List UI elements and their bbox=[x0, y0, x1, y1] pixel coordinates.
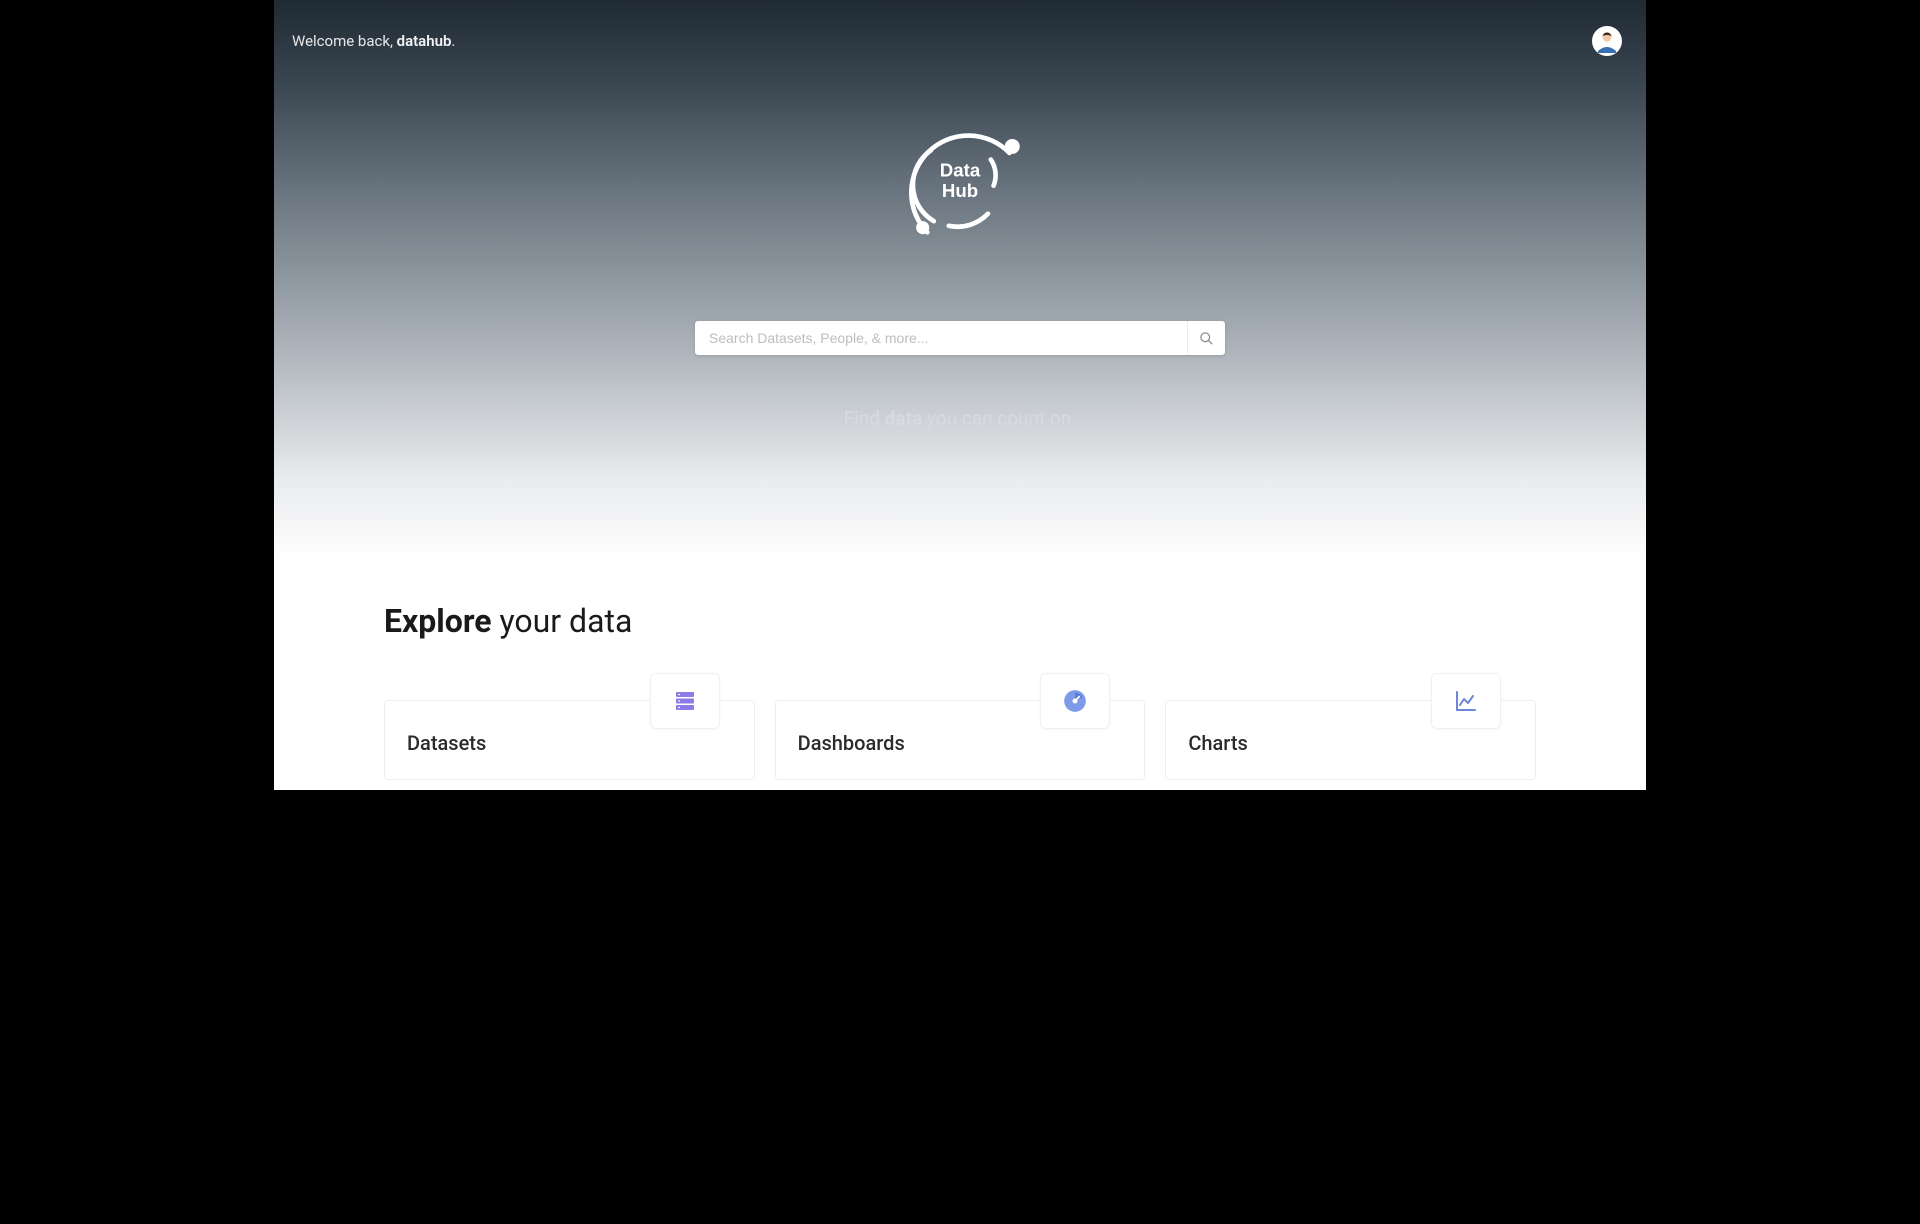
card-title: Dashboards bbox=[798, 731, 1123, 755]
datahub-logo-icon: Data Hub bbox=[885, 111, 1035, 251]
top-bar: Welcome back, datahub. bbox=[274, 0, 1646, 56]
welcome-prefix: Welcome back, bbox=[292, 32, 397, 50]
search-input[interactable] bbox=[695, 321, 1187, 355]
card-icon-badge bbox=[650, 673, 720, 729]
card-title: Charts bbox=[1188, 731, 1513, 755]
card-title: Datasets bbox=[407, 731, 732, 755]
card-datasets[interactable]: Datasets bbox=[384, 700, 755, 780]
card-icon-badge bbox=[1040, 673, 1110, 729]
explore-heading: Explore your data bbox=[384, 602, 1536, 640]
welcome-message: Welcome back, datahub. bbox=[292, 32, 455, 50]
dashboards-icon bbox=[1062, 688, 1088, 714]
svg-text:Data: Data bbox=[940, 159, 981, 180]
datasets-icon bbox=[673, 689, 697, 713]
app-frame: Welcome back, datahub. bbox=[274, 0, 1646, 790]
user-avatar[interactable] bbox=[1592, 26, 1622, 56]
tagline-emph: data bbox=[885, 407, 922, 430]
search-bar bbox=[695, 321, 1225, 355]
tagline-prefix: Find bbox=[844, 407, 885, 430]
explore-heading-bold: Explore bbox=[384, 602, 492, 640]
explore-heading-rest: your data bbox=[492, 602, 633, 640]
explore-cards-row: Datasets Dashboards bbox=[384, 700, 1536, 780]
tagline: Find data you can count on. bbox=[844, 407, 1077, 430]
tagline-suffix: you can count on. bbox=[922, 407, 1076, 430]
search-button[interactable] bbox=[1187, 321, 1225, 355]
explore-section: Explore your data Datasets bbox=[274, 560, 1646, 780]
card-charts[interactable]: Charts bbox=[1165, 700, 1536, 780]
avatar-icon bbox=[1595, 29, 1619, 53]
svg-text:Hub: Hub bbox=[942, 180, 978, 201]
logo: Data Hub bbox=[885, 111, 1035, 251]
card-icon-badge bbox=[1431, 673, 1501, 729]
welcome-suffix: . bbox=[451, 32, 455, 50]
search-icon bbox=[1199, 331, 1214, 346]
hero-section: Welcome back, datahub. bbox=[274, 0, 1646, 560]
charts-icon bbox=[1454, 689, 1478, 713]
welcome-username: datahub bbox=[397, 32, 452, 50]
card-dashboards[interactable]: Dashboards bbox=[775, 700, 1146, 780]
